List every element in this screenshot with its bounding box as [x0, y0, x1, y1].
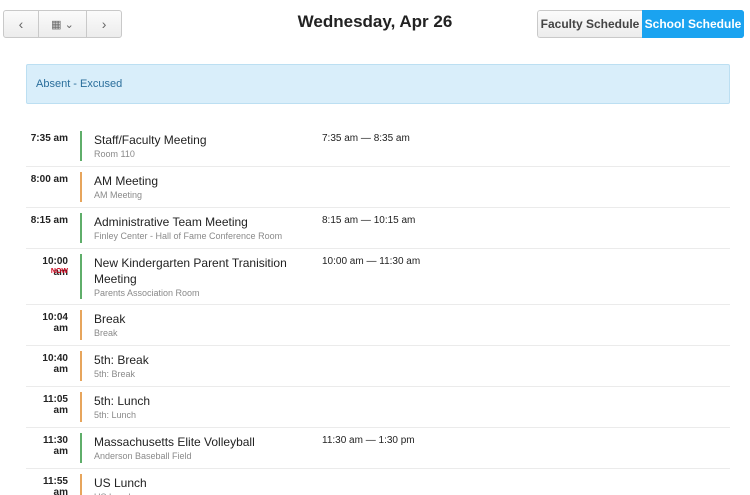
event-color-bar: [80, 474, 82, 495]
event-location: Finley Center - Hall of Fame Conference …: [94, 231, 283, 241]
event-title[interactable]: Massachusetts Elite Volleyball: [94, 434, 294, 450]
schedule-row[interactable]: 8:00 am AM Meeting AM Meeting: [26, 167, 730, 208]
event-time-range: 7:35 am — 8:35 am: [322, 133, 410, 144]
event-details: New Kindergarten Parent Tranisition Meet…: [94, 255, 294, 298]
event-time-range: 8:15 am — 10:15 am: [322, 215, 416, 226]
event-location: 5th: Break: [94, 369, 136, 379]
event-time: 7:35 am: [30, 133, 68, 144]
event-time: 11:30 am: [42, 435, 68, 457]
event-title[interactable]: New Kindergarten Parent Tranisition Meet…: [94, 255, 294, 287]
event-location: AM Meeting: [94, 190, 143, 200]
event-time: 10:40 am: [42, 353, 68, 375]
schedule-row[interactable]: 10:40 am 5th: Break 5th: Break: [26, 346, 730, 387]
schedule-list: 7:35 am Staff/Faculty Meeting Room 110 7:35…: [26, 126, 730, 495]
now-indicator: NOW: [50, 268, 68, 275]
event-location: Break: [94, 328, 118, 338]
event-color-bar: [80, 131, 82, 161]
schedule-row[interactable]: 10:04 am Break Break: [26, 305, 730, 346]
event-details: US LunchUS Lunch: [94, 475, 294, 495]
event-location: Parents Association Room: [94, 288, 200, 298]
event-color-bar: [80, 213, 82, 243]
event-time: 11:55 am: [42, 476, 68, 495]
event-title[interactable]: AM Meeting: [94, 173, 294, 189]
event-color-bar: [80, 351, 82, 381]
event-time-range: 10:00 am — 11:30 am: [322, 256, 421, 267]
event-time: 8:00 am: [30, 174, 68, 185]
event-details: Administrative Team Meeting Finley Center…: [94, 214, 294, 241]
schedule-toggle: Faculty Schedule School Schedule: [537, 10, 744, 38]
event-location: Room 110: [94, 149, 135, 159]
schedule-row[interactable]: 10:00 am NOW New Kindergarten Parent Trani…: [26, 249, 730, 305]
attendance-status-banner: Absent - Excused: [26, 64, 730, 104]
event-color-bar: [80, 172, 82, 202]
event-details: Break Break: [94, 311, 294, 338]
event-title[interactable]: 5th: Lunch: [94, 393, 294, 409]
event-title[interactable]: Break: [94, 311, 294, 327]
event-time: 11:05 am: [42, 394, 68, 416]
event-details: 5th: Lunch 5th: Lunch: [94, 393, 294, 420]
event-title[interactable]: US Lunch: [94, 475, 294, 491]
event-location: Anderson Baseball Field: [94, 451, 192, 461]
faculty-schedule-button[interactable]: Faculty Schedule: [537, 10, 642, 38]
event-details: AM Meeting AM Meeting: [94, 173, 294, 200]
event-color-bar: [80, 310, 82, 340]
event-title[interactable]: Administrative Team Meeting: [94, 214, 294, 230]
event-details: Massachusetts Elite Volleyball Anderson B…: [94, 434, 294, 461]
school-schedule-button[interactable]: School Schedule: [642, 10, 744, 38]
event-title[interactable]: Staff/Faculty Meeting: [94, 132, 294, 148]
event-details: Staff/Faculty Meeting Room 110: [94, 132, 294, 159]
event-location: 5th: Lunch: [94, 410, 137, 420]
event-title[interactable]: 5th: Break: [94, 352, 294, 368]
event-time-range: 11:30 am — 1:30 pm: [322, 435, 415, 446]
event-color-bar: [80, 433, 82, 463]
event-details: 5th: Break 5th: Break: [94, 352, 294, 379]
schedule-row[interactable]: 11:55 am US LunchUS Lunch: [26, 469, 730, 495]
schedule-row[interactable]: 11:05 am 5th: Lunch 5th: Lunch: [26, 387, 730, 428]
event-color-bar: [80, 392, 82, 422]
schedule-row[interactable]: 7:35 am Staff/Faculty Meeting Room 110 7:35…: [26, 126, 730, 167]
event-time: 8:15 am: [30, 215, 68, 226]
event-color-bar: [80, 254, 82, 299]
schedule-row[interactable]: 8:15 am Administrative Team Meeting Finley…: [26, 208, 730, 249]
event-time: 10:04 am: [42, 312, 68, 334]
schedule-row[interactable]: 11:30 am Massachusetts Elite Volleyball An…: [26, 428, 730, 469]
